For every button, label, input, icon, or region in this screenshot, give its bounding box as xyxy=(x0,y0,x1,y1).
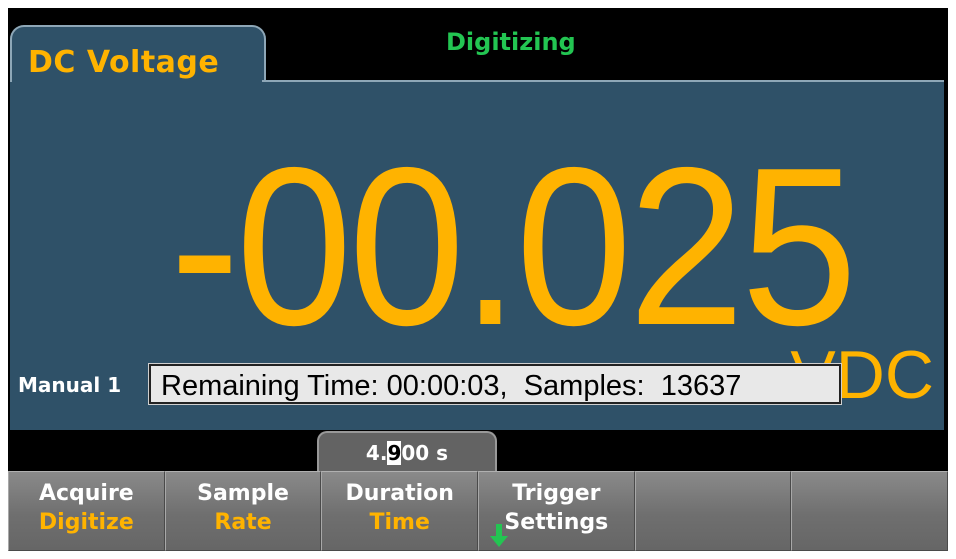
softkey-6[interactable] xyxy=(791,471,949,551)
function-label: DC Voltage xyxy=(28,45,220,80)
status-label: Digitizing xyxy=(446,28,576,56)
down-arrow-icon xyxy=(490,524,509,547)
tab-join xyxy=(12,79,262,83)
softkey-label-top: Trigger xyxy=(512,481,601,506)
value-after-cursor: 00 s xyxy=(401,441,449,465)
softkey-label-top: Duration xyxy=(345,481,454,506)
trigger-mode-label: Manual 1 xyxy=(18,373,122,397)
softkey-label-top: Acquire xyxy=(38,481,134,506)
softkey-label-bottom: Digitize xyxy=(38,510,134,535)
softkey-trigger-settings[interactable]: Trigger Settings xyxy=(478,471,635,551)
measurement-panel: -00.025 VDC Manual 1 Remaining Time: 00:… xyxy=(10,80,944,430)
instrument-screen: DC Voltage Digitizing -00.025 VDC Manual… xyxy=(8,8,949,551)
softkey-acquire[interactable]: Acquire Digitize xyxy=(8,471,165,551)
main-reading: -00.025 xyxy=(170,120,857,372)
softkey-bar: Acquire Digitize Sample Rate Duration Ti… xyxy=(8,471,949,551)
status-message-box: Remaining Time: 00:00:03, Samples: 13637 xyxy=(148,363,842,405)
softkey-label-bottom: Time xyxy=(369,510,430,535)
softkey-5[interactable] xyxy=(634,471,792,551)
softkey-label-top: Sample xyxy=(197,481,289,506)
softkey-duration[interactable]: Duration Time xyxy=(321,471,479,551)
value-cursor-digit[interactable]: 9 xyxy=(387,441,402,465)
value-before-cursor: 4. xyxy=(365,441,388,465)
softkey-sample-rate[interactable]: Sample Rate xyxy=(164,471,322,551)
softkey-label-bottom: Rate xyxy=(214,510,272,535)
function-tab: DC Voltage xyxy=(10,25,266,87)
